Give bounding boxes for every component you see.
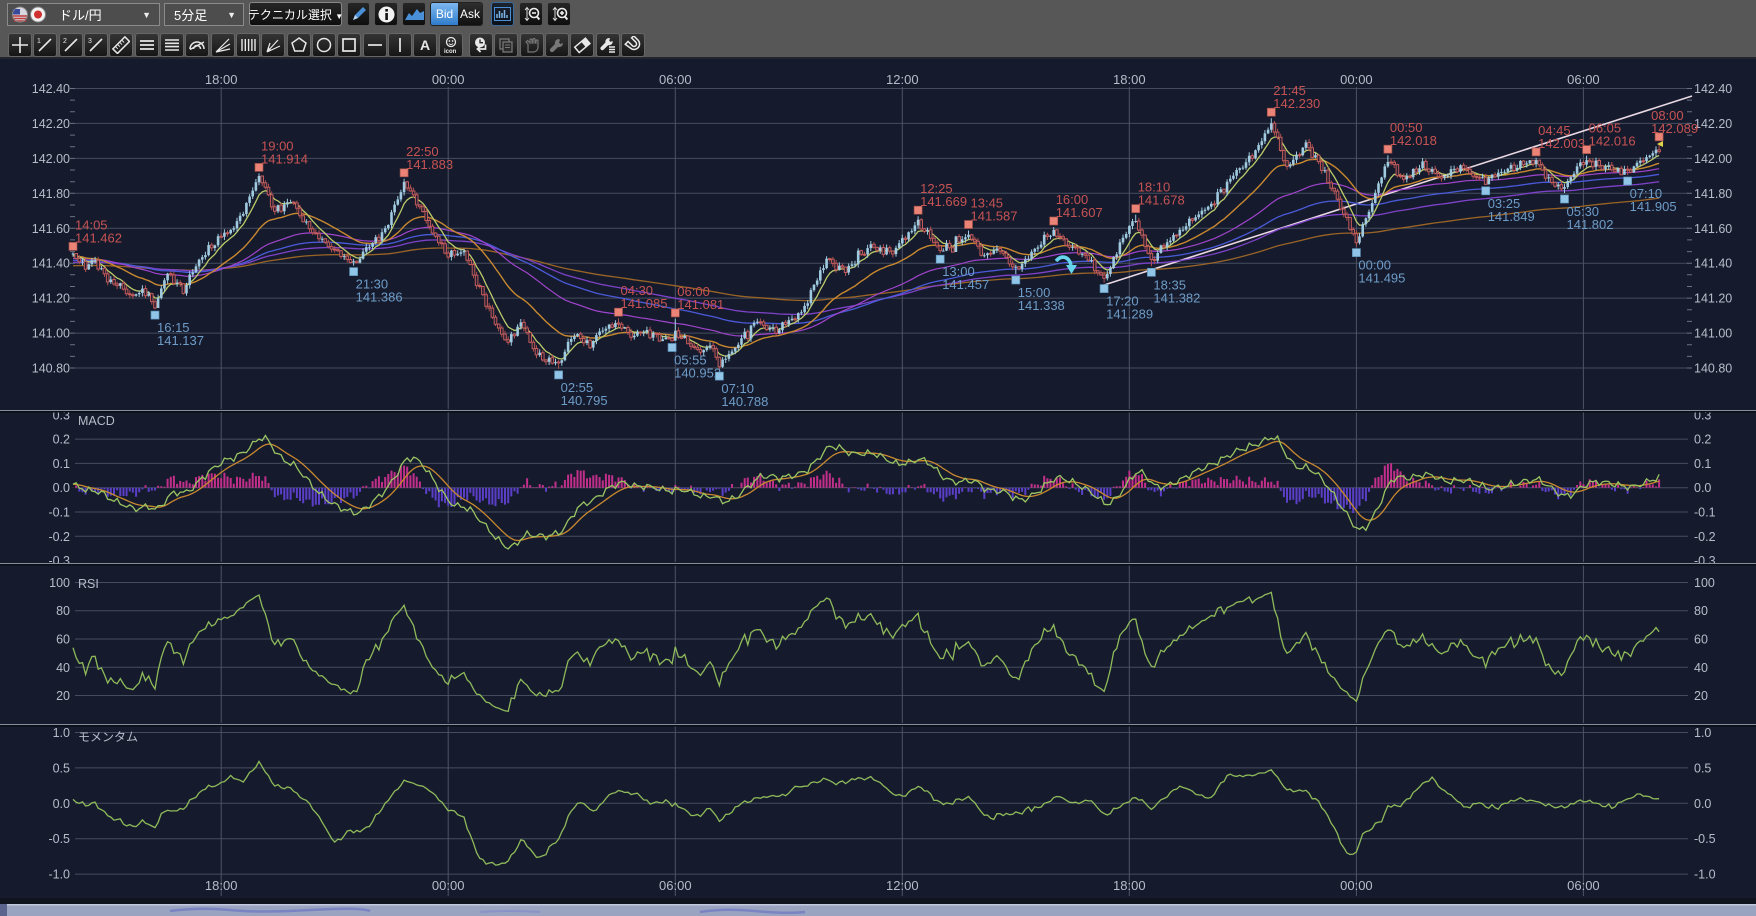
svg-text:141.495: 141.495 — [1358, 271, 1405, 286]
svg-text:142.089: 142.089 — [1651, 121, 1698, 136]
svg-text:141.60: 141.60 — [1694, 222, 1732, 236]
svg-text:2: 2 — [63, 38, 67, 45]
svg-text:0.5: 0.5 — [53, 761, 70, 775]
svg-text:0.0: 0.0 — [53, 797, 70, 811]
svg-text:-0.1: -0.1 — [1694, 506, 1716, 520]
svg-text:80: 80 — [1694, 604, 1708, 618]
svg-text:RSI: RSI — [78, 577, 99, 591]
svg-text:-0.2: -0.2 — [1694, 530, 1716, 544]
svg-text:1.0: 1.0 — [53, 726, 70, 740]
svg-text:141.20: 141.20 — [1694, 292, 1732, 306]
svg-text:-0.2: -0.2 — [48, 530, 70, 544]
svg-text:1: 1 — [37, 38, 41, 45]
svg-text:12:00: 12:00 — [886, 878, 919, 893]
svg-text:1.0: 1.0 — [1694, 726, 1711, 740]
svg-text:0.1: 0.1 — [1694, 457, 1711, 471]
svg-text:141.085: 141.085 — [621, 296, 668, 311]
svg-text:142.00: 142.00 — [32, 152, 70, 166]
svg-text:142.20: 142.20 — [1694, 117, 1732, 131]
svg-text:18:00: 18:00 — [1113, 72, 1146, 87]
svg-text:0.5: 0.5 — [1694, 761, 1711, 775]
svg-text:モメンタム: モメンタム — [78, 730, 138, 744]
svg-text:142.20: 142.20 — [32, 117, 70, 131]
svg-text:142.40: 142.40 — [1694, 82, 1732, 96]
svg-text:140.788: 140.788 — [721, 394, 768, 409]
svg-text:3: 3 — [88, 38, 92, 45]
svg-text:00:00: 00:00 — [1340, 72, 1373, 87]
svg-text:142.003: 142.003 — [1538, 136, 1585, 151]
svg-text:18:00: 18:00 — [205, 72, 238, 87]
svg-text:06:00: 06:00 — [659, 72, 692, 87]
svg-text:0.0: 0.0 — [1694, 797, 1711, 811]
svg-text:140.952: 140.952 — [674, 366, 721, 381]
svg-text:40: 40 — [1694, 661, 1708, 675]
svg-text:06:00: 06:00 — [1567, 878, 1600, 893]
svg-text:140.80: 140.80 — [1694, 362, 1732, 376]
svg-text:0.0: 0.0 — [53, 481, 70, 495]
svg-text:12:00: 12:00 — [886, 72, 919, 87]
svg-text:00:00: 00:00 — [1340, 878, 1373, 893]
svg-text:06:00: 06:00 — [1567, 72, 1600, 87]
svg-text:141.382: 141.382 — [1153, 290, 1200, 305]
svg-text:0.2: 0.2 — [53, 433, 70, 447]
svg-text:141.802: 141.802 — [1567, 217, 1614, 232]
svg-text:60: 60 — [1694, 633, 1708, 647]
svg-text:141.00: 141.00 — [1694, 327, 1732, 341]
svg-text:141.20: 141.20 — [32, 292, 70, 306]
svg-text:141.905: 141.905 — [1630, 199, 1677, 214]
svg-text:-0.5: -0.5 — [48, 832, 70, 846]
svg-text:141.914: 141.914 — [261, 151, 308, 166]
svg-text:-1.0: -1.0 — [48, 868, 70, 882]
svg-text:60: 60 — [56, 633, 70, 647]
svg-text:06:00: 06:00 — [659, 878, 692, 893]
svg-text:18:00: 18:00 — [1113, 878, 1146, 893]
svg-text:-0.3: -0.3 — [48, 554, 70, 568]
svg-text:icon: icon — [444, 49, 457, 54]
svg-text:141.587: 141.587 — [971, 209, 1018, 224]
svg-text:141.386: 141.386 — [356, 290, 403, 305]
svg-text:141.081: 141.081 — [677, 297, 724, 312]
svg-text:141.137: 141.137 — [157, 333, 204, 348]
svg-text:141.80: 141.80 — [1694, 187, 1732, 201]
svg-text:141.849: 141.849 — [1488, 209, 1535, 224]
svg-text:141.607: 141.607 — [1056, 205, 1103, 220]
svg-text:141.669: 141.669 — [920, 194, 967, 209]
svg-text:40: 40 — [56, 661, 70, 675]
svg-text:142.40: 142.40 — [32, 82, 70, 96]
svg-text:0.2: 0.2 — [1694, 433, 1711, 447]
svg-text:141.883: 141.883 — [406, 157, 453, 172]
svg-text:142.00: 142.00 — [1694, 152, 1732, 166]
svg-text:-1.0: -1.0 — [1694, 868, 1716, 882]
svg-text:141.40: 141.40 — [1694, 257, 1732, 271]
svg-text:140.795: 140.795 — [561, 393, 608, 408]
svg-text:142.230: 142.230 — [1273, 96, 1320, 111]
svg-text:80: 80 — [56, 604, 70, 618]
svg-text:142.018: 142.018 — [1390, 133, 1437, 148]
svg-text:0.1: 0.1 — [53, 457, 70, 471]
svg-text:141.60: 141.60 — [32, 222, 70, 236]
svg-text:141.80: 141.80 — [32, 187, 70, 201]
svg-text:00:00: 00:00 — [432, 72, 465, 87]
svg-text:18:00: 18:00 — [205, 878, 238, 893]
svg-text:141.40: 141.40 — [32, 257, 70, 271]
svg-text:141.289: 141.289 — [1106, 307, 1153, 322]
svg-text:-0.3: -0.3 — [1694, 554, 1716, 568]
svg-text:20: 20 — [1694, 689, 1708, 703]
svg-text:-0.1: -0.1 — [48, 506, 70, 520]
svg-text:00:00: 00:00 — [432, 878, 465, 893]
svg-text:100: 100 — [49, 576, 70, 590]
svg-text:A: A — [420, 37, 430, 53]
svg-text:141.00: 141.00 — [32, 327, 70, 341]
svg-text:141.462: 141.462 — [75, 230, 122, 245]
svg-text:-0.5: -0.5 — [1694, 832, 1716, 846]
svg-text:141.678: 141.678 — [1138, 193, 1185, 208]
svg-text:140.80: 140.80 — [32, 362, 70, 376]
svg-text:142.016: 142.016 — [1589, 134, 1636, 149]
svg-text:MACD: MACD — [78, 414, 115, 428]
svg-text:0.0: 0.0 — [1694, 481, 1711, 495]
svg-text:100: 100 — [1694, 576, 1715, 590]
svg-text:141.457: 141.457 — [942, 277, 989, 292]
svg-text:141.338: 141.338 — [1018, 298, 1065, 313]
svg-text:20: 20 — [56, 689, 70, 703]
